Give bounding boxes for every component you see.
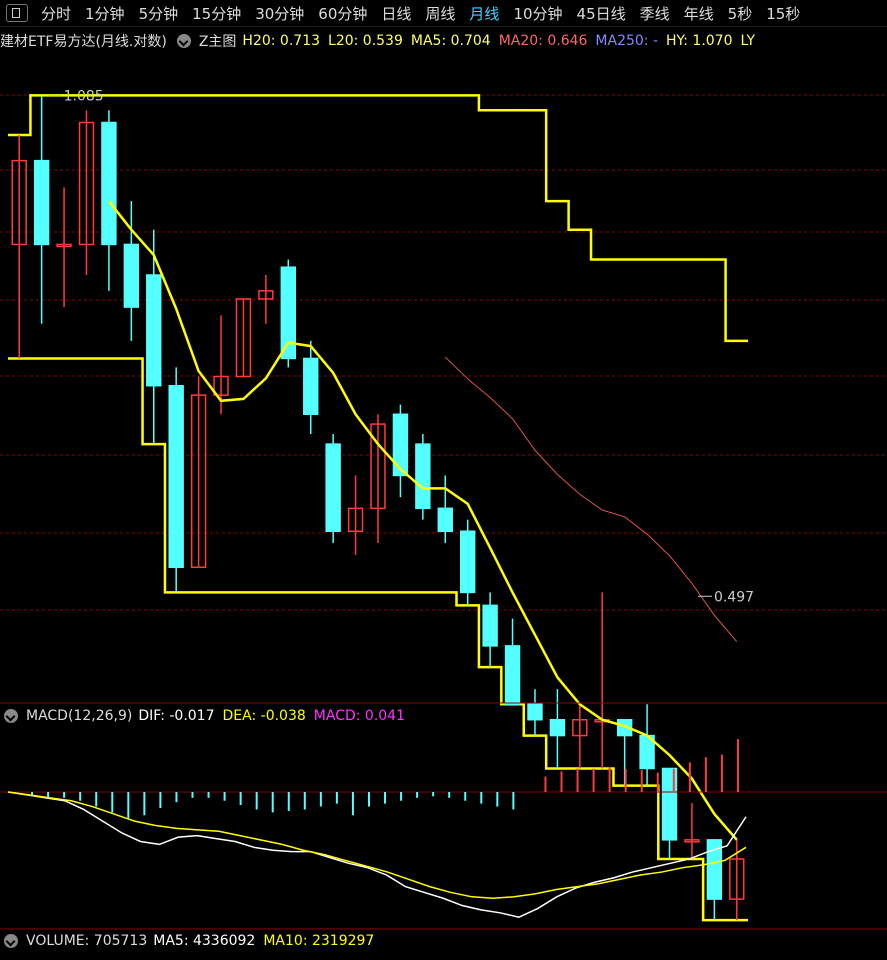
candle-body-20 [459,530,476,594]
candle-body-14 [325,443,341,532]
tab-10[interactable]: 45日线 [570,3,633,24]
tab-5[interactable]: 60分钟 [311,3,374,24]
candle-body-18 [415,443,431,510]
tab-9[interactable]: 10分钟 [506,3,569,24]
candle-body-17 [392,413,409,477]
tab-14[interactable]: 15秒 [759,3,807,24]
price-gridlines [0,94,887,611]
macd-series [0,739,887,918]
period-tabs: 分时 1分钟 5分钟 15分钟 30分钟 60分钟 日线 周线 月线 10分钟 45日线 季线 年线 5秒… [34,3,807,24]
volume-value-0: MA5: 4336092 [153,933,256,949]
volume-title[interactable]: VOLUME: 705713 [26,933,147,949]
candle-body-6 [146,274,162,387]
candle-body-21 [482,604,498,647]
tab-6[interactable]: 日线 [374,3,418,24]
main-indicator-value-1: L20: 0.539 [328,33,403,49]
tab-13[interactable]: 5秒 [721,3,760,24]
main-indicator-value-6: LY [740,33,756,49]
candle-body-5 [123,243,140,308]
annotation-label-0: 1.085 [64,88,104,104]
indicator-name[interactable]: Z主图 [199,31,237,51]
tab-8[interactable]: 月线 [462,3,506,24]
ma20-line [444,356,738,643]
volume-info-bar: VOLUME: 705713 MA5: 4336092 MA10: 2319297 [0,930,887,952]
candle-body-4 [101,121,117,246]
dea-line [7,791,747,900]
annotation-label-1: 0.497 [714,589,754,605]
main-indicator-value-2: MA5: 0.704 [410,33,491,49]
tab-3[interactable]: 15分钟 [185,3,248,24]
tab-1[interactable]: 1分钟 [78,3,132,24]
macd-title[interactable]: MACD(12,26,9) [26,708,132,724]
tab-0[interactable]: 分时 [34,3,78,24]
candle-body-7 [168,384,184,568]
chart-canvas[interactable]: 1.085 0.497 [0,0,887,960]
main-indicator-value-3: MA20: 0.646 [498,33,588,49]
candle-body-13 [303,357,319,416]
volume-dropdown-icon[interactable] [4,934,18,948]
tab-7[interactable]: 周线 [418,3,462,24]
indicator-dropdown-icon[interactable] [176,34,191,48]
tab-11[interactable]: 季线 [633,3,677,24]
panel-toggle-icon[interactable] [6,4,28,22]
macd-info-bar: MACD(12,26,9) DIF: -0.017 DEA: -0.038 MACD… [0,705,887,727]
macd-value-2: MACD: 0.041 [313,708,405,724]
tab-12[interactable]: 年线 [677,3,721,24]
main-indicator-value-0: H20: 0.713 [242,33,321,49]
candle-body-19 [437,507,453,532]
dif-line [7,791,747,918]
tab-4[interactable]: 30分钟 [248,3,311,24]
macd-value-1: DEA: -0.038 [222,708,306,724]
candle-body-22 [504,645,521,706]
period-tab-bar: 分时 1分钟 5分钟 15分钟 30分钟 60分钟 日线 周线 月线 10分钟 45日线 季线 年线 5秒… [0,0,887,27]
main-indicator-value-4: MA250: - [595,33,659,49]
candle-body-1 [33,159,50,246]
h20-line [8,94,748,343]
main-indicator-value-5: HY: 1.070 [666,33,733,49]
tab-2[interactable]: 5分钟 [132,3,186,24]
macd-value-0: DIF: -0.017 [138,708,215,724]
volume-value-1: MA10: 2319297 [263,933,375,949]
security-title: 建材ETF易方达(月线.对数) [0,34,167,50]
main-info-bar: 建材ETF易方达(月线.对数) Z主图 H20: 0.713 L20: 0.539… [0,30,887,52]
macd-dropdown-icon[interactable] [4,709,18,723]
